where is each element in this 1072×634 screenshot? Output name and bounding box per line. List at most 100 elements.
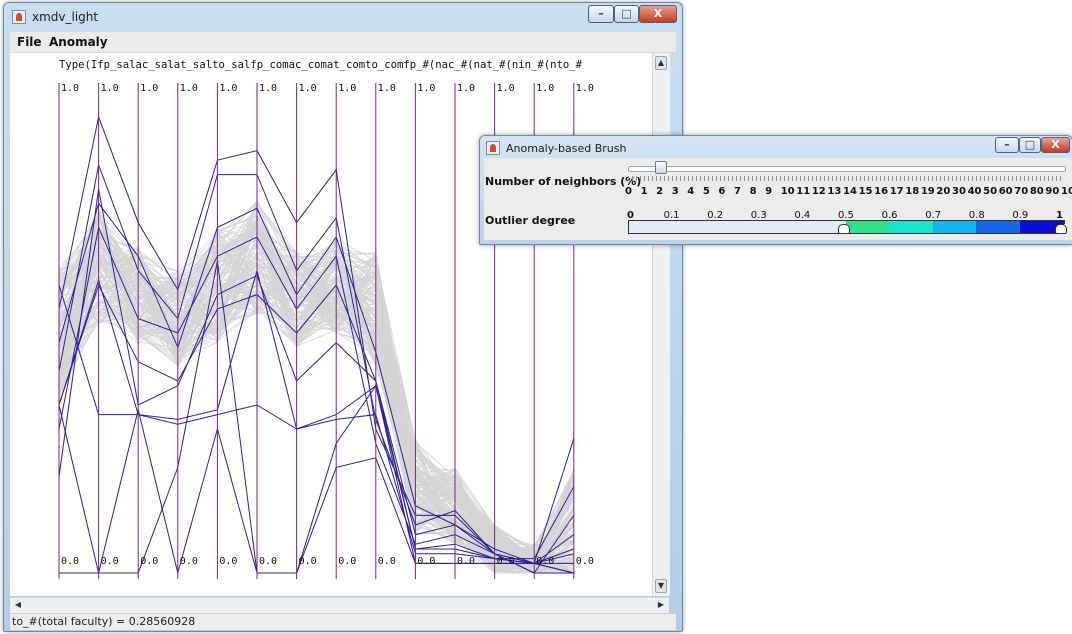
neighbors-scale-label: 60 — [998, 186, 1013, 197]
neighbors-scale-label: 30 — [952, 186, 966, 197]
neighbors-scale-label: 80 — [1029, 186, 1044, 197]
neighbors-scale-label: 2 — [656, 186, 664, 197]
neighbors-scale-label: 6 — [718, 186, 726, 197]
axis-max-label: 1.0 — [180, 83, 198, 94]
brush-maximize-button[interactable]: □ — [1019, 137, 1041, 153]
axis-max-label: 1.0 — [61, 83, 79, 94]
minimize-button[interactable]: – — [588, 5, 614, 23]
main-titlebar[interactable]: xmdv_light – □ X — [4, 3, 682, 31]
axis-max-label: 1.0 — [417, 83, 435, 94]
axis-max-label: 1.0 — [259, 83, 277, 94]
neighbors-scale-label: 12 — [811, 186, 826, 197]
window-title: xmdv_light — [32, 10, 99, 24]
maximize-icon: □ — [621, 7, 632, 20]
horizontal-scrollbar[interactable]: ◀ ▶ — [10, 597, 669, 613]
menu-anomaly[interactable]: Anomaly — [49, 35, 108, 49]
outlier-high-handle[interactable] — [1055, 224, 1067, 234]
axis-min-label: 0.0 — [61, 556, 79, 567]
java-icon — [12, 10, 26, 24]
neighbors-scale-label: 4 — [687, 186, 695, 197]
neighbors-scale-label: 5 — [702, 186, 710, 197]
outlier-color-segment — [932, 221, 977, 233]
axis-min-label: 0.0 — [457, 556, 475, 567]
neighbors-slider-thumb[interactable] — [655, 161, 668, 174]
neighbors-label: Number of neighbors (%) — [485, 175, 642, 188]
axis-min-label: 0.0 — [219, 556, 237, 567]
neighbors-scale-label: 1 — [640, 186, 648, 197]
outlier-color-segment — [846, 221, 890, 233]
brush-minimize-button[interactable]: – — [995, 137, 1019, 153]
menu-file[interactable]: File — [17, 35, 42, 49]
neighbors-scale-label: 70 — [1014, 186, 1029, 197]
scroll-left-icon[interactable]: ◀ — [12, 599, 24, 611]
neighbors-scale-label: 90 — [1045, 186, 1060, 197]
axis-max-label: 1.0 — [378, 83, 396, 94]
neighbors-scale-label: 20 — [936, 186, 951, 197]
neighbors-scale-label: 50 — [983, 186, 998, 197]
neighbors-slider-ticks — [628, 176, 1064, 181]
brush-close-button[interactable]: X — [1041, 137, 1070, 153]
axis-min-label: 0.0 — [140, 556, 158, 567]
axis-max-label: 1.0 — [140, 83, 158, 94]
neighbors-scale-label: 17 — [889, 186, 904, 197]
axis-max-label: 1.0 — [536, 83, 554, 94]
neighbors-scale-label: 10 — [780, 186, 795, 197]
close-icon: X — [653, 7, 663, 20]
axis-min-label: 0.0 — [378, 556, 396, 567]
axis-max-label: 1.0 — [299, 83, 317, 94]
brush-window: Anomaly-based Brush – □ X Number of neig… — [479, 135, 1072, 245]
axis-min-label: 0.0 — [536, 556, 554, 567]
neighbors-scale-label: 8 — [749, 186, 757, 197]
outlier-low-handle[interactable] — [838, 224, 850, 234]
outlier-color-segment — [889, 221, 933, 233]
axis-min-label: 0.0 — [180, 556, 198, 567]
neighbors-scale-label: 16 — [874, 186, 889, 197]
axis-min-label: 0.0 — [101, 556, 119, 567]
axis-min-label: 0.0 — [259, 556, 277, 567]
neighbors-scale-label: 40 — [967, 186, 982, 197]
axis-max-label: 1.0 — [338, 83, 356, 94]
menubar: File Anomaly — [10, 32, 676, 53]
maximize-button[interactable]: □ — [614, 5, 639, 23]
neighbors-scale-label: 9 — [765, 186, 773, 197]
context-polyline — [58, 198, 575, 574]
axis-min-label: 0.0 — [338, 556, 356, 567]
minimize-icon: – — [1004, 138, 1010, 151]
axis-max-label: 1.0 — [497, 83, 515, 94]
axis-max-label: 1.0 — [457, 83, 475, 94]
neighbors-scale-label: 19 — [920, 186, 935, 197]
axis-header: Type(Ifp_salac_salat_salto_salfp_comac_c… — [59, 59, 583, 71]
neighbors-scale-label: 3 — [671, 186, 679, 197]
axis-max-label: 1.0 — [219, 83, 237, 94]
main-window: xmdv_light – □ X File Anomaly Type(Ifp_s… — [3, 2, 683, 632]
axis-max-label: 1.0 — [576, 83, 594, 94]
neighbors-scale-label: 18 — [905, 186, 920, 197]
scroll-up-icon[interactable]: ▲ — [655, 56, 667, 70]
neighbors-scale-label: 100 — [1061, 186, 1072, 197]
axis-min-label: 0.0 — [299, 556, 317, 567]
neighbors-scale-label: 7 — [734, 186, 741, 197]
brush-panel: Number of neighbors (%) 0 1 2 3 4 5 6 7 8 9 10 11 12… — [484, 158, 1072, 240]
close-button[interactable]: X — [639, 5, 677, 23]
neighbors-scale-label: 11 — [796, 186, 811, 197]
neighbors-scale-label: 15 — [858, 186, 873, 197]
java-icon — [486, 141, 500, 155]
neighbors-scale-label: 14 — [843, 186, 857, 197]
axis-min-label: 0.0 — [417, 556, 435, 567]
axis-min-label: 0.0 — [576, 556, 594, 567]
neighbors-scale-label: 13 — [827, 186, 842, 197]
outlier-color-segment — [976, 221, 1020, 233]
brush-window-title: Anomaly-based Brush — [506, 142, 627, 155]
neighbors-slider-track[interactable] — [628, 166, 1066, 172]
minimize-icon: – — [598, 7, 604, 20]
axis-min-label: 0.0 — [497, 556, 515, 567]
outlier-scale-tick — [1064, 220, 1065, 224]
close-icon: X — [1051, 138, 1060, 151]
maximize-icon: □ — [1024, 138, 1036, 151]
status-bar: to_#(total faculty) = 0.28560928 — [10, 613, 676, 630]
neighbors-scale-label: 0 — [625, 186, 632, 197]
scroll-right-icon[interactable]: ▶ — [655, 599, 667, 611]
scroll-down-icon[interactable]: ▼ — [655, 579, 667, 593]
axis-max-label: 1.0 — [101, 83, 119, 94]
outlier-degree-label: Outlier degree — [485, 214, 576, 227]
